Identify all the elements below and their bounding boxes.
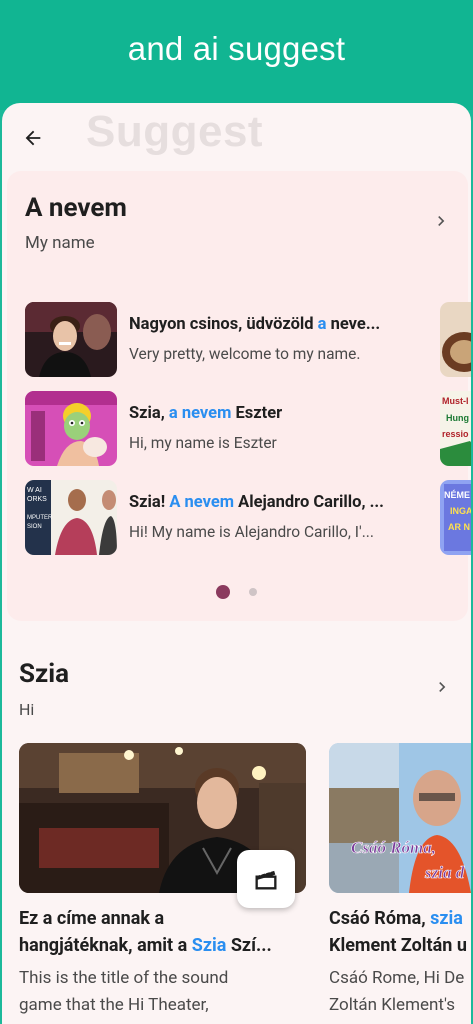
card-subtitle: My name	[25, 233, 95, 253]
phrase-text: Szia! A nevem Alejandro Carillo, ...	[129, 493, 384, 512]
svg-text:Must-l: Must-l	[442, 396, 469, 406]
svg-text:ORKS: ORKS	[27, 496, 47, 503]
video-card[interactable]: Csáó Róma, szia d Csáó Róma, szia Klemen…	[329, 743, 471, 1024]
svg-text:SION: SION	[27, 524, 42, 530]
phrase-translation: Very pretty, welcome to my name.	[129, 345, 361, 363]
phrase-row[interactable]: Nagyon csinos, üdvözöld a neve... Very p…	[25, 302, 445, 378]
next-page-thumbnail[interactable]: Must-l Hung ressio	[440, 391, 471, 466]
chevron-right-icon	[439, 682, 446, 692]
next-page-thumbnail[interactable]: NÉME INGA AR N	[440, 480, 471, 555]
phrase-text: Nagyon csinos, üdvözöld a neve...	[129, 315, 381, 334]
video-thumbnail	[25, 391, 117, 466]
suggest-sheet: Suggest A nevem My name Nagyon csinos, ü…	[2, 103, 471, 1024]
arrow-left-icon	[25, 130, 41, 146]
phrase-translation: Hi, my name is Eszter	[129, 434, 277, 452]
svg-text:Hung: Hung	[446, 413, 469, 423]
phrase-card-a-nevem: A nevem My name Nagyon csinos, üdvözöld …	[7, 171, 471, 621]
svg-text:Csáó Róma,: Csáó Róma,	[351, 838, 436, 857]
back-button[interactable]	[18, 123, 48, 153]
svg-text:AR N: AR N	[448, 522, 470, 532]
svg-text:MPUTER: MPUTER	[27, 515, 53, 521]
video-title: Ez a címe annak a hangjátéknak, amit a S…	[19, 908, 272, 956]
section-title: Szia	[19, 659, 70, 689]
clip-button[interactable]	[237, 850, 295, 908]
top-banner: and ai suggest	[0, 0, 473, 110]
video-title: Csáó Róma, szia Klement Zoltán u	[329, 908, 467, 956]
phrase-row[interactable]: Szia, a nevem Eszter Hi, my name is Eszt…	[25, 391, 445, 467]
chevron-right-icon	[438, 216, 445, 226]
next-page-thumbnail[interactable]	[440, 302, 471, 377]
svg-text:NÉME: NÉME	[444, 490, 470, 500]
video-thumbnail	[25, 302, 117, 377]
pagination-dot[interactable]	[249, 588, 257, 596]
phrase-row[interactable]: W AI ORKS MPUTER SION Szia! A nevem Alej…	[25, 480, 445, 556]
video-thumbnail: W AI ORKS MPUTER SION	[25, 480, 117, 555]
video-thumbnail: Csáó Róma, szia d	[329, 743, 471, 893]
video-description: Csáó Rome, Hi De Zoltán Klement's	[329, 968, 465, 1015]
video-description: This is the title of the sound game that…	[19, 968, 229, 1015]
section-subtitle: Hi	[19, 700, 35, 719]
page-title: Suggest	[86, 107, 264, 156]
clapperboard-icon	[255, 869, 277, 890]
svg-text:szia d: szia d	[424, 863, 465, 882]
phrase-text: Szia, a nevem Eszter	[129, 404, 283, 423]
banner-title: and ai suggest	[127, 30, 346, 67]
open-section-button[interactable]	[430, 210, 452, 232]
phrase-translation: Hi! My name is Alejandro Carillo, I'...	[129, 523, 374, 541]
pagination-dot-active[interactable]	[216, 585, 230, 599]
svg-text:ressio: ressio	[442, 429, 469, 439]
open-section-button[interactable]	[431, 676, 453, 698]
card-title: A nevem	[25, 193, 127, 223]
svg-text:W AI: W AI	[27, 487, 42, 494]
svg-text:INGA: INGA	[450, 506, 471, 516]
video-card[interactable]: Ez a címe annak a hangjátéknak, amit a S…	[19, 743, 309, 1024]
